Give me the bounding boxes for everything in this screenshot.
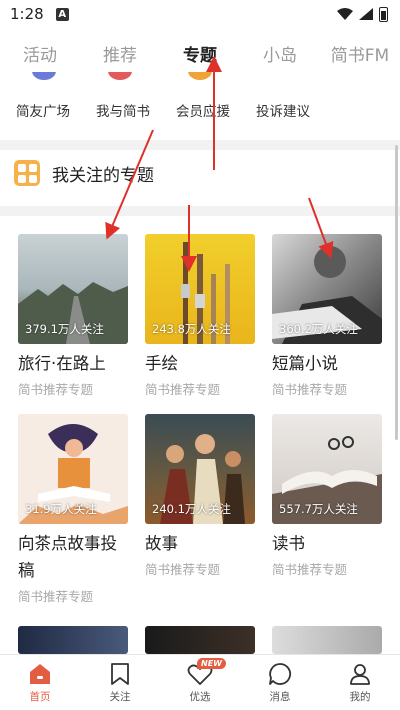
topic-subtitle: 简书推荐专题	[18, 589, 94, 604]
topic-card-short-stories[interactable]: 360.2万人关注 短篇小说 简书推荐专题	[272, 234, 382, 398]
scrollbar[interactable]	[395, 145, 398, 440]
topic-thumbnail-partial[interactable]	[145, 626, 255, 654]
quick-link-icon-2	[108, 72, 132, 80]
wifi-icon	[337, 8, 353, 20]
followers-count: 557.7万人关注	[279, 502, 358, 516]
nav-messages[interactable]: 消息	[240, 655, 320, 710]
bottom-nav: 首页 关注 NEW 优选 消息 我的	[0, 654, 400, 710]
followers-count: 360.2万人关注	[279, 322, 358, 336]
topic-title: 读书	[272, 534, 305, 553]
nav-profile[interactable]: 我的	[320, 655, 400, 710]
battery-icon	[379, 6, 388, 22]
nav-home[interactable]: 首页	[0, 655, 80, 710]
topic-title: 短篇小说	[272, 354, 338, 373]
topic-thumbnail: 379.1万人关注	[18, 234, 128, 344]
nav-label: 我的	[349, 690, 371, 703]
topic-thumbnail: 557.7万人关注	[272, 414, 382, 524]
section-title: 我关注的专题	[52, 165, 154, 186]
followers-count: 31.9万人关注	[25, 502, 97, 516]
followers-count: 243.8万人关注	[152, 322, 231, 336]
bookmark-icon	[111, 662, 129, 685]
topic-title: 故事	[145, 534, 178, 553]
top-tabs: 活动 推荐 专题 小岛 简书FM	[0, 32, 400, 74]
tab-recommend[interactable]: 推荐	[80, 41, 160, 66]
topic-card-reading[interactable]: 557.7万人关注 读书 简书推荐专题	[272, 414, 382, 578]
grid-icon	[14, 160, 40, 186]
divider	[0, 140, 400, 150]
quick-link-me-and-jianshu[interactable]: 我与简书	[96, 100, 150, 120]
topic-thumbnail: 31.9万人关注	[18, 414, 128, 524]
quick-link-membership[interactable]: 会员应援	[176, 100, 230, 120]
topic-subtitle: 简书推荐专题	[145, 562, 221, 577]
topic-title: 向茶点故事投稿	[18, 534, 117, 580]
nav-label: 关注	[109, 690, 131, 703]
quick-link-square[interactable]: 简友广场	[16, 100, 70, 120]
followers-count: 379.1万人关注	[25, 322, 104, 336]
profile-icon	[350, 663, 370, 685]
topic-thumbnail-partial[interactable]	[18, 626, 128, 654]
topic-subtitle: 简书推荐专题	[18, 382, 94, 397]
quick-link-icon-1	[32, 72, 56, 80]
topic-thumbnail: 240.1万人关注	[145, 414, 255, 524]
section-header: 我关注的专题	[14, 160, 154, 186]
topic-thumbnail: 360.2万人关注	[272, 234, 382, 344]
nav-label: 首页	[29, 690, 51, 703]
divider	[0, 206, 400, 216]
topic-card-stories[interactable]: 240.1万人关注 故事 简书推荐专题	[145, 414, 255, 578]
tab-topics[interactable]: 专题	[160, 41, 240, 66]
topic-thumbnail-partial[interactable]	[272, 626, 382, 654]
status-time: 1:28	[10, 5, 44, 23]
topic-title: 手绘	[145, 354, 178, 373]
notification-a-icon: A	[55, 7, 69, 21]
nav-label: 消息	[269, 690, 291, 703]
status-bar: 1:28 A	[0, 0, 400, 28]
topic-card-drawing[interactable]: 243.8万人关注 手绘 简书推荐专题	[145, 234, 255, 398]
message-icon	[269, 662, 292, 685]
tab-island[interactable]: 小岛	[240, 41, 320, 66]
quick-link-feedback[interactable]: 投诉建议	[256, 100, 310, 120]
signal-icon	[359, 8, 373, 20]
topic-card-travel[interactable]: 379.1万人关注 旅行·在路上 简书推荐专题	[18, 234, 128, 398]
tab-activity[interactable]: 活动	[0, 41, 80, 66]
quick-links: 简友广场 我与简书 会员应援 投诉建议	[0, 100, 400, 120]
topic-card-tea-stories[interactable]: 31.9万人关注 向茶点故事投稿 简书推荐专题	[18, 414, 128, 605]
nav-featured[interactable]: NEW 优选	[160, 655, 240, 710]
nav-follow[interactable]: 关注	[80, 655, 160, 710]
topic-subtitle: 简书推荐专题	[145, 382, 221, 397]
topic-thumbnail: 243.8万人关注	[145, 234, 255, 344]
topic-subtitle: 简书推荐专题	[272, 562, 348, 577]
topic-title: 旅行·在路上	[18, 354, 106, 373]
nav-label: 优选	[189, 690, 211, 703]
tab-fm[interactable]: 简书FM	[320, 41, 400, 66]
new-badge: NEW	[197, 658, 226, 669]
followers-count: 240.1万人关注	[152, 502, 231, 516]
topic-subtitle: 简书推荐专题	[272, 382, 348, 397]
quick-link-icon-3	[188, 72, 212, 80]
home-icon	[30, 663, 50, 684]
quick-link-icons-peek	[0, 72, 400, 82]
